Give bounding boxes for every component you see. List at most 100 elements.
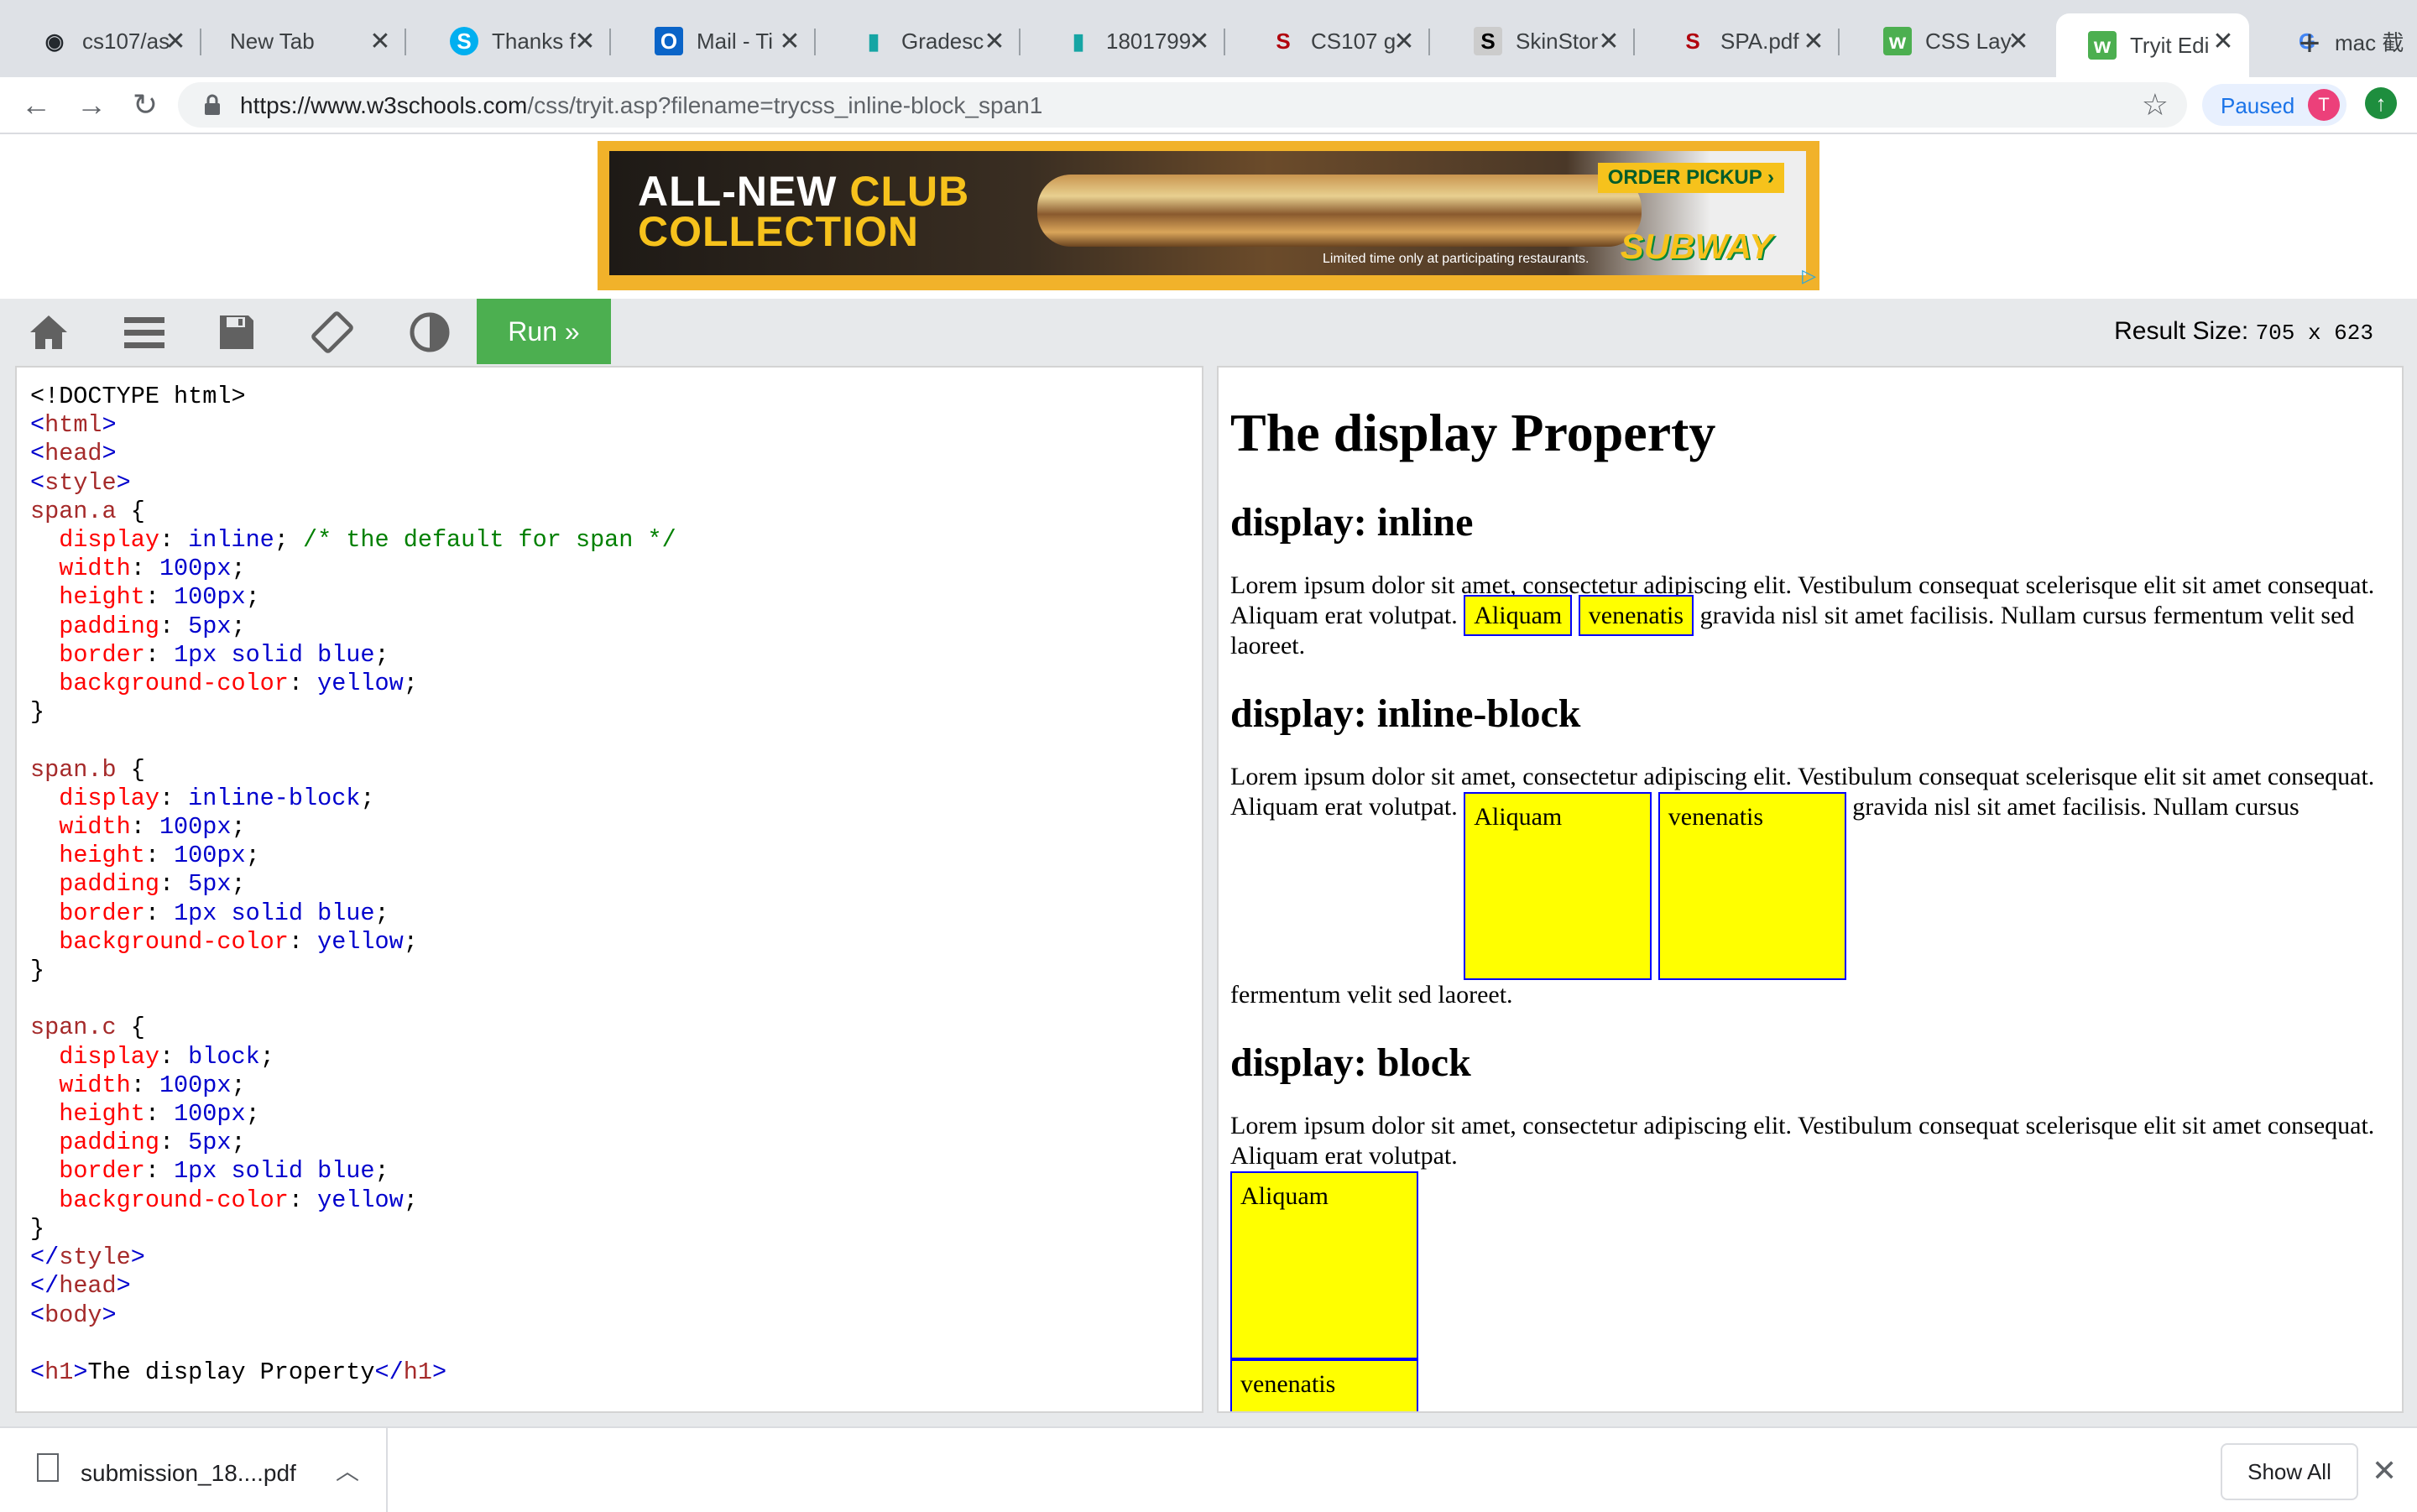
- download-file-name: submission_18....pdf: [81, 1460, 296, 1486]
- order-pickup-button[interactable]: ORDER PICKUP ›: [1597, 163, 1784, 193]
- url-text: https://www.w3schools.com/css/tryit.asp?…: [240, 92, 1043, 118]
- tab-4[interactable]: ▮ Gradesc ✕: [827, 13, 1021, 69]
- tab-separator: [1019, 29, 1021, 55]
- tab-separator: [1838, 29, 1840, 55]
- inline-block-span-aliquam: Aliquam: [1464, 792, 1652, 980]
- tab-separator: [1633, 29, 1635, 55]
- download-item[interactable]: submission_18....pdf ︿: [0, 1428, 388, 1512]
- result-size: Result Size: 705 x 623: [2114, 317, 2373, 346]
- tab-9[interactable]: w CSS Lay ✕: [1851, 13, 2044, 69]
- paragraph-inline-block: Lorem ipsum dolor sit amet, consectetur …: [1230, 763, 2375, 1009]
- browser-toolbar: ← → ↻ https://www.w3schools.com/css/tryi…: [0, 77, 2417, 134]
- blank-favicon: [213, 27, 217, 55]
- paragraph-block: Lorem ipsum dolor sit amet, consectetur …: [1230, 1111, 2388, 1411]
- tab-8[interactable]: S SPA.pdf ✕: [1647, 13, 1840, 69]
- adchoices-icon[interactable]: ▷: [1802, 265, 1816, 287]
- inline-span-venenatis: venenatis: [1578, 595, 1694, 636]
- heading-display-inline: display: inline: [1230, 500, 1474, 545]
- result-document: The display Property display: inline Lor…: [1230, 368, 2388, 1411]
- tab-1[interactable]: New Tab ✕: [213, 13, 406, 69]
- tab-title: New Tab: [230, 28, 315, 54]
- bar-chart-icon: ▮: [867, 28, 880, 54]
- stanford-icon: S: [1276, 28, 1291, 54]
- ad-headline: ALL-NEW CLUB COLLECTION: [638, 168, 970, 255]
- tab-separator: [609, 29, 611, 55]
- result-panel[interactable]: The display Property display: inline Lor…: [1217, 366, 2404, 1413]
- result-size-value: 705 x 623: [2255, 321, 2373, 346]
- w3schools-icon: w: [2088, 31, 2117, 60]
- reload-icon[interactable]: ↻: [126, 86, 164, 124]
- rotate-layout-icon[interactable]: [311, 310, 354, 354]
- tab-2[interactable]: S Thanks f ✕: [418, 13, 611, 69]
- show-all-button[interactable]: Show All: [2221, 1443, 2358, 1500]
- inline-span-aliquam: Aliquam: [1464, 595, 1573, 636]
- tab-separator: [1224, 29, 1225, 55]
- s-icon: S: [1474, 27, 1502, 55]
- save-icon[interactable]: [215, 310, 258, 354]
- address-bar[interactable]: https://www.w3schools.com/css/tryit.asp?…: [178, 82, 2187, 128]
- forward-arrow-icon[interactable]: →: [72, 86, 111, 124]
- tab-3[interactable]: O Mail - Ti ✕: [623, 13, 816, 69]
- paragraph-inline: Lorem ipsum dolor sit amet, consectetur …: [1230, 571, 2375, 660]
- ad-image: ALL-NEW CLUB COLLECTION ORDER PICKUP › L…: [609, 151, 1806, 275]
- code-editor[interactable]: <!DOCTYPE html> <html> <head> <style> sp…: [15, 366, 1203, 1413]
- editor-toolbar: Run » Result Size: 705 x 623: [0, 299, 2417, 364]
- menu-icon[interactable]: [123, 310, 166, 354]
- w3schools-icon: w: [1883, 27, 1912, 55]
- close-icon[interactable]: ✕: [2207, 25, 2239, 57]
- block-span-venenatis: venenatis: [1230, 1359, 1418, 1411]
- pdf-file-icon: [37, 1453, 59, 1482]
- tab-5[interactable]: ▮ 1801799 ✕: [1032, 13, 1225, 69]
- download-bar: submission_18....pdf ︿ Show All ✕: [0, 1426, 2417, 1512]
- close-icon[interactable]: ✕: [2372, 1453, 2397, 1489]
- editor-panels: <!DOCTYPE html> <html> <head> <style> sp…: [0, 364, 2417, 1426]
- close-icon[interactable]: ✕: [364, 25, 396, 57]
- sandwich-image: [1037, 175, 1642, 247]
- tab-10[interactable]: w Tryit Edi ✕: [2056, 13, 2249, 77]
- result-size-label: Result Size:: [2114, 317, 2249, 345]
- home-icon[interactable]: [27, 310, 70, 354]
- back-arrow-icon[interactable]: ←: [17, 86, 55, 124]
- profile-button[interactable]: Paused T: [2202, 84, 2347, 126]
- update-icon[interactable]: ↑: [2365, 87, 2397, 119]
- subway-ad-banner[interactable]: ALL-NEW CLUB COLLECTION ORDER PICKUP › L…: [598, 141, 1819, 290]
- result-heading: The display Property: [1230, 403, 1716, 462]
- stanford-icon: S: [1685, 28, 1700, 54]
- github-icon: ◉: [44, 28, 65, 54]
- tab-separator: [200, 29, 201, 55]
- ad-fine-print: Limited time only at participating resta…: [1323, 252, 1590, 266]
- ad-area: ALL-NEW CLUB COLLECTION ORDER PICKUP › L…: [0, 134, 2417, 299]
- tab-11[interactable]: Gmac 截✕: [2261, 13, 2417, 69]
- tab-0[interactable]: ◉ cs107/as ✕: [8, 13, 201, 69]
- tab-separator: [814, 29, 816, 55]
- close-icon[interactable]: ✕: [1593, 25, 1625, 57]
- tab-separator: [1428, 29, 1430, 55]
- bookmark-star-icon[interactable]: ☆: [2142, 87, 2169, 123]
- close-icon[interactable]: ✕: [1183, 25, 1215, 57]
- heading-display-inline-block: display: inline-block: [1230, 691, 1581, 736]
- tab-title: mac 截: [2335, 29, 2404, 55]
- close-icon[interactable]: ✕: [1798, 25, 1830, 57]
- close-icon[interactable]: ✕: [569, 25, 601, 57]
- bar-chart-icon: ▮: [1072, 28, 1085, 54]
- block-span-aliquam: Aliquam: [1230, 1171, 1418, 1359]
- chevron-up-icon[interactable]: ︿: [336, 1453, 359, 1487]
- close-icon[interactable]: ✕: [2412, 25, 2417, 57]
- tab-strip: ◉ cs107/as ✕ New Tab ✕ S Thanks f ✕ O Mail - Ti ✕ ▮…: [0, 0, 2417, 77]
- code-text[interactable]: <!DOCTYPE html> <html> <head> <style> sp…: [17, 368, 1202, 1387]
- close-icon[interactable]: ✕: [2002, 25, 2034, 57]
- new-tab-plus-icon[interactable]: +: [2288, 22, 2331, 65]
- close-icon[interactable]: ✕: [1388, 25, 1420, 57]
- tab-separator: [405, 29, 406, 55]
- close-icon[interactable]: ✕: [774, 25, 806, 57]
- theme-contrast-icon[interactable]: [408, 310, 452, 354]
- tab-6[interactable]: S CS107 g ✕: [1237, 13, 1430, 69]
- run-button[interactable]: Run »: [477, 299, 611, 364]
- close-icon[interactable]: ✕: [979, 25, 1010, 57]
- avatar: T: [2308, 89, 2340, 121]
- profile-status-label: Paused: [2221, 93, 2295, 118]
- outlook-icon: O: [655, 27, 683, 55]
- close-icon[interactable]: ✕: [159, 25, 191, 57]
- subway-logo: SUBWAY: [1620, 227, 1772, 266]
- tab-7[interactable]: S SkinStor ✕: [1442, 13, 1635, 69]
